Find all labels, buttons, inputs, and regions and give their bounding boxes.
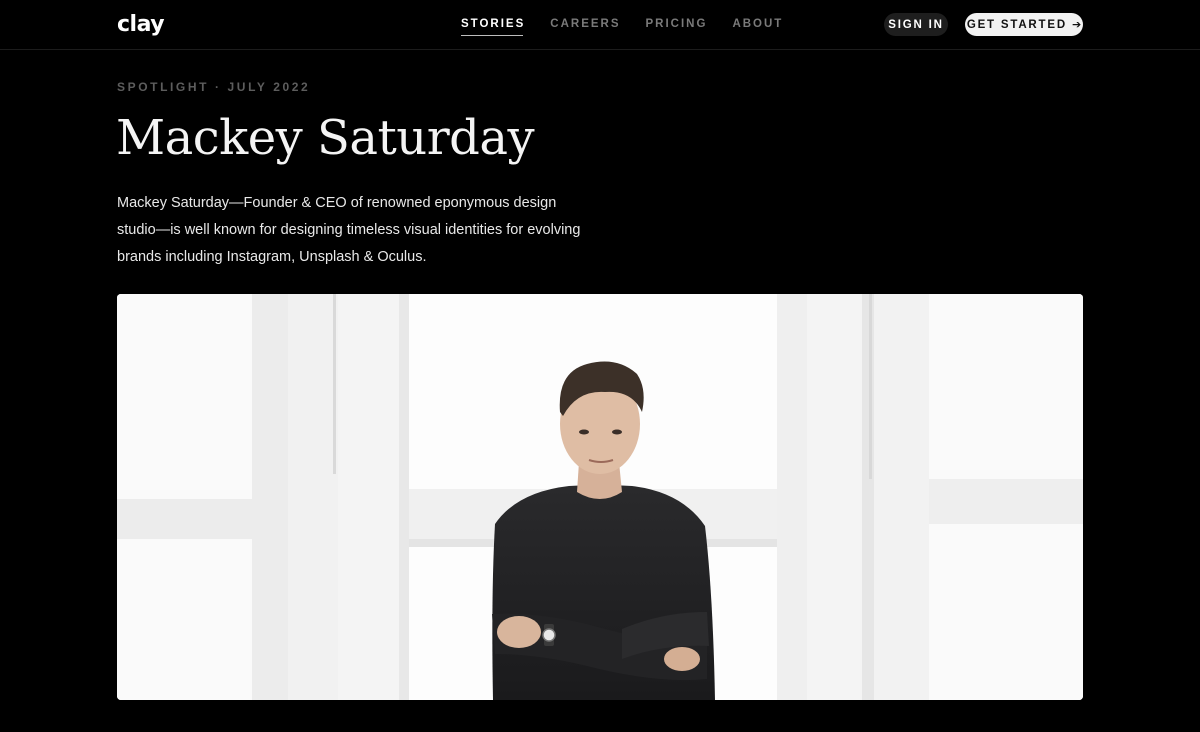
get-started-button[interactable]: GET STARTED ➔ [965, 13, 1083, 36]
portrait-photo [117, 294, 1083, 700]
sign-in-label: SIGN IN [888, 18, 944, 31]
hero-portrait-image [117, 294, 1083, 700]
nav-link-about[interactable]: ABOUT [732, 18, 783, 30]
nav-link-pricing[interactable]: PRICING [646, 18, 708, 30]
article-lede: Mackey Saturday—Founder & CEO of renowne… [117, 195, 581, 265]
top-navigation-bar: clay STORIES CAREERS PRICING ABOUT SIGN … [0, 0, 1200, 50]
clay-logo[interactable]: clay [117, 12, 165, 37]
get-started-label: GET STARTED [966, 18, 1067, 31]
page-title: Mackey Saturday [116, 110, 535, 166]
main-nav: STORIES CAREERS PRICING ABOUT [461, 18, 783, 36]
sign-in-button[interactable]: SIGN IN [884, 13, 948, 36]
nav-link-careers[interactable]: CAREERS [550, 18, 620, 30]
article-eyebrow: SPOTLIGHT · JULY 2022 [117, 80, 311, 94]
arrow-right-icon: ➔ [1071, 19, 1082, 31]
nav-link-stories[interactable]: STORIES [461, 18, 525, 36]
